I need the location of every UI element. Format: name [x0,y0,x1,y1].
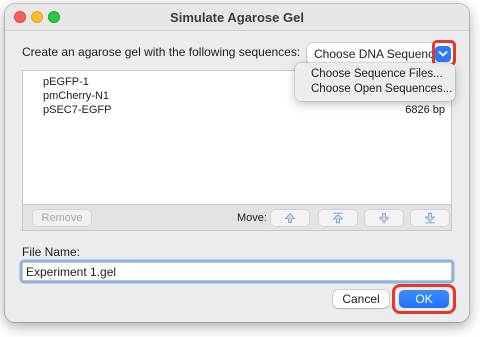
arrow-up-icon [284,212,296,223]
arrow-to-bottom-icon [424,212,436,224]
arrow-down-icon [378,213,390,224]
title-bar: Simulate Agarose Gel [5,4,469,31]
menu-item-choose-open-sequences[interactable]: Choose Open Sequences... [311,83,452,95]
window-title: Simulate Agarose Gel [170,10,304,25]
move-up-button[interactable] [271,210,309,226]
dialog-window: Simulate Agarose Gel Create an agarose g… [5,4,469,322]
sequence-name: pSEC7-EGFP [43,104,112,116]
move-label: Move: [237,212,267,224]
list-item[interactable]: pEGFP-1 [43,76,89,88]
move-down-button[interactable] [365,210,403,226]
popup-label: Choose DNA Sequences [314,47,447,61]
list-item[interactable]: pSEC7-EGFP [43,104,111,116]
move-to-bottom-button[interactable] [411,210,449,226]
move-to-top-button[interactable] [319,210,357,226]
instruction-text: Create an agarose gel with the following… [22,45,301,59]
sequence-name: pEGFP-1 [43,76,89,88]
remove-button[interactable]: Remove [33,210,91,226]
list-toolbar: Remove Move: [22,205,452,231]
popup-menu: Choose Sequence Files... Choose Open Seq… [295,63,455,101]
file-name-input[interactable] [22,262,452,281]
sequence-name: pmCherry-N1 [43,90,110,102]
cancel-button[interactable]: Cancel [333,290,389,308]
file-name-label: File Name: [22,245,81,259]
list-item[interactable]: pmCherry-N1 [43,90,109,102]
arrow-to-top-icon [332,212,344,224]
sequence-size: 6826 bp [405,104,445,116]
ok-button[interactable]: OK [399,290,449,308]
menu-item-choose-sequence-files[interactable]: Choose Sequence Files... [311,68,443,80]
